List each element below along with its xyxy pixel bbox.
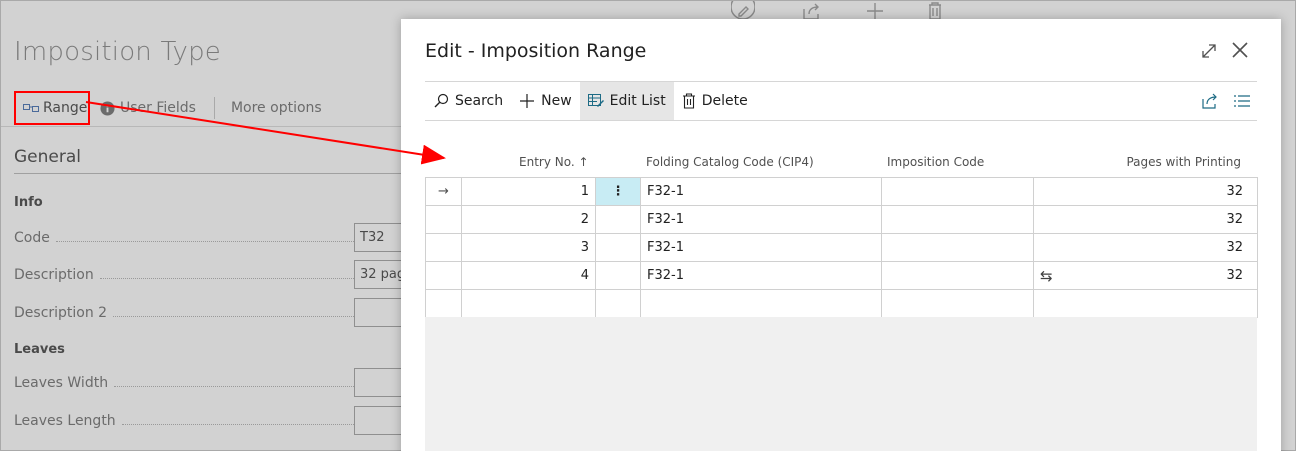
page-title: Imposition Type [14, 37, 221, 67]
pages-cell[interactable]: 32 [1033, 233, 1258, 262]
column-entry-no[interactable]: Entry No. ↑ [519, 155, 589, 169]
code-field: Code [14, 223, 402, 253]
column-pages-printing[interactable]: Pages with Printing [1126, 155, 1241, 169]
new-label: New [541, 93, 572, 109]
description2-input[interactable] [354, 298, 404, 327]
table-row[interactable]: → 1 ⋮ F32-1 32 [425, 177, 1258, 206]
description-label: Description [14, 267, 94, 283]
close-icon[interactable] [1229, 39, 1251, 61]
column-imposition-code[interactable]: Imposition Code [887, 155, 984, 169]
edit-list-label: Edit List [609, 93, 666, 109]
grid-empty-area [425, 317, 1257, 451]
imposition-code-cell[interactable] [881, 261, 1034, 290]
imposition-code-cell[interactable] [881, 233, 1034, 262]
grid-table: → 1 ⋮ F32-1 32 2 F32-1 32 3 F32-1 32 4 F… [425, 177, 1258, 318]
search-icon [434, 93, 449, 108]
table-row[interactable]: 4 F32-1 ⇆ 32 [425, 261, 1258, 290]
leaves-width-label: Leaves Width [14, 375, 109, 391]
description-input[interactable]: 32 pag [354, 260, 404, 289]
imposition-code-cell[interactable] [881, 205, 1034, 234]
row-menu-icon[interactable]: ⋮ [595, 177, 641, 206]
row-menu-cell[interactable] [595, 261, 641, 290]
code-label: Code [14, 230, 50, 246]
folding-code-cell[interactable]: F32-1 [640, 233, 882, 262]
pages-cell[interactable]: 32 [1033, 177, 1258, 206]
trash-icon [682, 93, 695, 109]
toolbar-right [1201, 82, 1257, 120]
table-row[interactable]: 2 F32-1 32 [425, 205, 1258, 234]
row-indicator [425, 205, 462, 234]
folding-code-cell[interactable]: F32-1 [640, 177, 882, 206]
more-options-label: More options [230, 100, 322, 116]
imposition-code-cell[interactable] [881, 177, 1034, 206]
delete-label: Delete [701, 93, 748, 109]
row-indicator [425, 289, 462, 318]
leaves-length-field: Leaves Length [14, 406, 402, 436]
folding-code-cell[interactable]: F32-1 [640, 205, 882, 234]
edit-list-icon [587, 94, 604, 107]
pages-cell[interactable] [1033, 289, 1258, 318]
swap-icon[interactable]: ⇆ [1040, 267, 1053, 285]
pages-cell[interactable]: 32 [1033, 205, 1258, 234]
row-indicator [425, 261, 462, 290]
description2-field: Description 2 [14, 298, 402, 328]
more-options-button[interactable]: More options [231, 100, 322, 116]
leaves-width-input[interactable] [354, 368, 404, 397]
folding-code-cell[interactable] [640, 289, 882, 318]
range-icon [23, 104, 39, 112]
leaves-length-input[interactable] [354, 406, 404, 435]
search-label: Search [455, 93, 504, 109]
group-leaves-heading: Leaves [14, 342, 65, 357]
edit-dialog: Edit - Imposition Range Search New Edit … [401, 19, 1281, 451]
entry-no-cell[interactable]: 2 [461, 205, 596, 234]
folding-code-cell[interactable]: F32-1 [640, 261, 882, 290]
entry-no-cell[interactable]: 1 [461, 177, 596, 206]
imposition-code-cell[interactable] [881, 289, 1034, 318]
dialog-toolbar: Search New Edit List Delete [425, 82, 1257, 120]
new-button[interactable]: New [511, 82, 580, 120]
delete-button[interactable]: Delete [674, 82, 756, 120]
code-input[interactable]: T32 [354, 223, 404, 252]
leaves-width-field: Leaves Width [14, 368, 402, 398]
range-label: Range [43, 100, 88, 116]
pages-cell[interactable]: ⇆ 32 [1033, 261, 1258, 290]
description2-label: Description 2 [14, 305, 108, 321]
entry-no-cell[interactable] [461, 289, 596, 318]
dialog-title: Edit - Imposition Range [425, 40, 647, 62]
user-fields-button[interactable]: User Fields [100, 100, 196, 116]
entry-no-cell[interactable]: 4 [461, 261, 596, 290]
range-button[interactable]: Range [14, 91, 90, 125]
pages-value: 32 [1226, 268, 1243, 283]
edit-list-button[interactable]: Edit List [579, 82, 674, 120]
info-icon [100, 100, 115, 116]
list-view-icon[interactable] [1233, 93, 1251, 109]
table-row[interactable]: 3 F32-1 32 [425, 233, 1258, 262]
divider [425, 120, 1257, 121]
group-info-heading: Info [14, 195, 43, 210]
column-folding-catalog[interactable]: Folding Catalog Code (CIP4) [646, 155, 814, 169]
table-row-new[interactable] [425, 289, 1258, 318]
row-indicator-icon: → [425, 177, 462, 206]
row-menu-cell[interactable] [595, 205, 641, 234]
row-indicator [425, 233, 462, 262]
search-button[interactable]: Search [425, 82, 511, 120]
action-separator [213, 97, 215, 119]
row-menu-cell[interactable] [595, 233, 641, 262]
row-menu-cell[interactable] [595, 289, 641, 318]
plus-icon [520, 94, 535, 108]
user-fields-label: User Fields [120, 100, 196, 116]
range-grid: Entry No. ↑ Folding Catalog Code (CIP4) … [425, 149, 1258, 318]
leaves-length-label: Leaves Length [14, 413, 116, 429]
description-field: Description [14, 260, 402, 290]
share-icon[interactable] [1201, 93, 1219, 109]
divider [14, 173, 402, 174]
section-general[interactable]: General [14, 147, 81, 167]
grid-header: Entry No. ↑ Folding Catalog Code (CIP4) … [425, 149, 1257, 177]
expand-icon[interactable] [1199, 41, 1219, 61]
divider [1, 126, 401, 127]
entry-no-cell[interactable]: 3 [461, 233, 596, 262]
